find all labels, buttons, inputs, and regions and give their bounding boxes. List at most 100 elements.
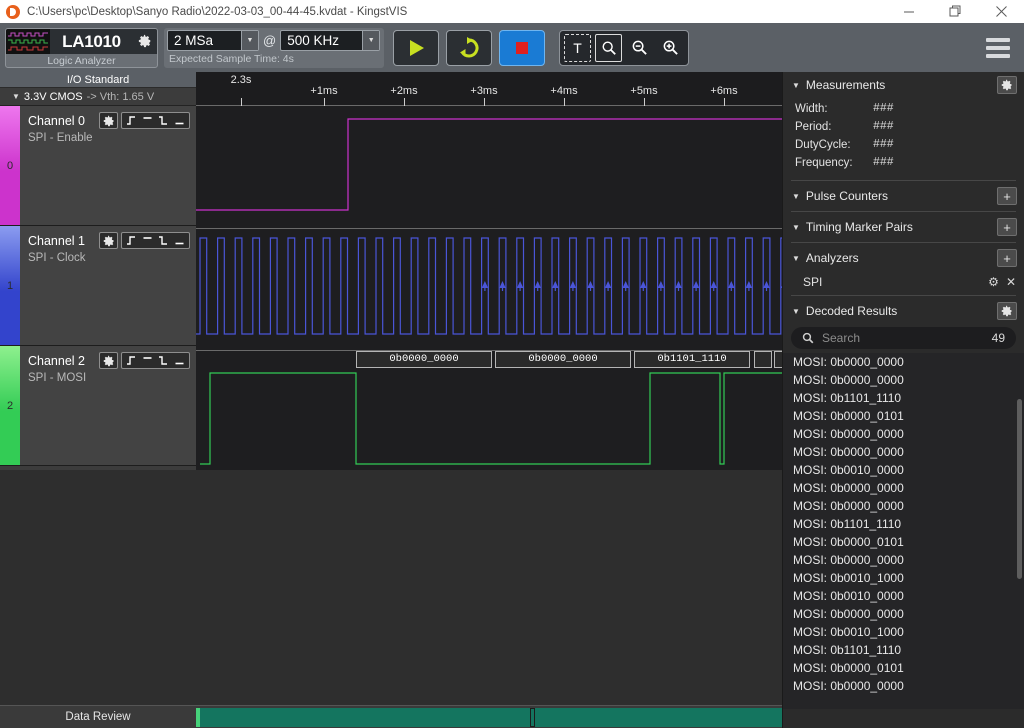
measurement-key: Period: <box>795 118 873 136</box>
results-scrollbar[interactable] <box>1017 399 1022 579</box>
measurements-section-header[interactable]: ▼ Measurements <box>783 72 1024 98</box>
divider <box>791 211 1016 212</box>
lane-channel-2[interactable]: 0b0000_00000b0000_00000b1101_1110 <box>196 351 782 472</box>
lane-channel-1[interactable] <box>196 229 782 350</box>
trigger-low-level-icon[interactable] <box>172 233 187 248</box>
decoded-result-item[interactable]: MOSI: 0b0000_0101 <box>783 407 1024 425</box>
decoded-results-section-header[interactable]: ▼ Decoded Results <box>783 298 1024 324</box>
trigger-falling-edge-icon[interactable] <box>156 233 171 248</box>
pulse-counters-section-header[interactable]: ▼ Pulse Counters + <box>783 183 1024 209</box>
decoded-search-box[interactable]: Search 49 <box>791 327 1016 349</box>
measurements-gear-icon[interactable] <box>997 76 1017 94</box>
wave-trace <box>196 107 782 228</box>
decoded-result-item[interactable]: MOSI: 0b0000_0101 <box>783 659 1024 677</box>
hamburger-menu-icon[interactable] <box>982 33 1014 63</box>
app-root: C:\Users\pc\Desktop\Sanyo Radio\2022-03-… <box>0 0 1024 728</box>
analyzer-remove-icon[interactable]: ✕ <box>1006 275 1016 289</box>
decoded-byte-label[interactable]: 0b0000_0000 <box>356 351 492 368</box>
decoded-result-item[interactable]: MOSI: 0b1101_1110 <box>783 389 1024 407</box>
decoded-result-item[interactable]: MOSI: 0b0000_0000 <box>783 353 1024 371</box>
caret-down-icon: ▼ <box>792 307 800 316</box>
decoded-byte-label[interactable] <box>754 351 772 368</box>
zoom-in-button[interactable] <box>657 34 684 62</box>
chevron-down-icon[interactable]: ▼ <box>362 31 379 50</box>
channel-header-1[interactable]: 1Channel 1SPI - Clock <box>0 226 196 346</box>
timing-markers-section-header[interactable]: ▼ Timing Marker Pairs + <box>783 214 1024 240</box>
trigger-low-level-icon[interactable] <box>172 113 187 128</box>
timeline-overview[interactable] <box>196 708 782 727</box>
lane-channel-0[interactable] <box>196 107 782 228</box>
trigger-rising-edge-icon[interactable] <box>124 233 139 248</box>
add-analyzer-button[interactable]: + <box>997 249 1017 267</box>
add-timing-marker-button[interactable]: + <box>997 218 1017 236</box>
text-tool-button[interactable]: T <box>564 34 591 62</box>
decoded-results-list[interactable]: MOSI: 0b0000_0000MOSI: 0b0000_0000MOSI: … <box>783 353 1024 709</box>
minimize-button[interactable] <box>886 0 932 23</box>
decoded-byte-label[interactable]: 0b1101_1110 <box>634 351 750 368</box>
decoded-result-item[interactable]: MOSI: 0b0000_0000 <box>783 497 1024 515</box>
decoded-byte-label[interactable]: 0b0000_0000 <box>495 351 631 368</box>
decoded-result-item[interactable]: MOSI: 0b0000_0000 <box>783 479 1024 497</box>
channel-list: 0Channel 0SPI - Enable1Channel 1SPI - Cl… <box>0 106 196 466</box>
decoded-result-item[interactable]: MOSI: 0b0000_0000 <box>783 443 1024 461</box>
decoded-result-item[interactable]: MOSI: 0b0010_0000 <box>783 587 1024 605</box>
decoded-result-item[interactable]: MOSI: 0b0010_1000 <box>783 569 1024 587</box>
decoded-result-item[interactable]: MOSI: 0b0000_0101 <box>783 533 1024 551</box>
analyzers-section-header[interactable]: ▼ Analyzers + <box>783 245 1024 271</box>
add-pulse-counter-button[interactable]: + <box>997 187 1017 205</box>
ruler-tick-mark <box>564 98 565 106</box>
close-button[interactable] <box>978 0 1024 23</box>
trigger-mode-group <box>121 232 190 249</box>
channel-settings-gear-icon[interactable] <box>99 112 118 129</box>
trigger-low-level-icon[interactable] <box>172 353 187 368</box>
device-selector[interactable]: LA1010 Logic Analyzer <box>5 28 158 68</box>
zoom-out-button[interactable] <box>626 34 653 62</box>
time-ruler[interactable]: 2.3s+1ms+2ms+3ms+4ms+5ms+6ms <box>196 72 782 106</box>
waveform-viewport[interactable]: 2.3s+1ms+2ms+3ms+4ms+5ms+6ms 0b0000_0000… <box>196 72 782 470</box>
stop-button[interactable] <box>499 30 545 66</box>
trigger-rising-edge-icon[interactable] <box>124 113 139 128</box>
measurements-title: Measurements <box>806 78 885 92</box>
channel-settings-gear-icon[interactable] <box>99 232 118 249</box>
ruler-tick-mark <box>324 98 325 106</box>
measurement-row: Frequency:### <box>795 154 1024 172</box>
trigger-high-level-icon[interactable] <box>140 233 155 248</box>
trigger-mode-group <box>121 112 190 129</box>
trigger-falling-edge-icon[interactable] <box>156 113 171 128</box>
trigger-falling-edge-icon[interactable] <box>156 353 171 368</box>
decoded-result-item[interactable]: MOSI: 0b0000_0000 <box>783 605 1024 623</box>
decoded-result-item[interactable]: MOSI: 0b1101_1110 <box>783 515 1024 533</box>
trigger-high-level-icon[interactable] <box>140 113 155 128</box>
channel-settings-gear-icon[interactable] <box>99 352 118 369</box>
channel-name: Channel 2 <box>28 354 85 368</box>
decoded-result-item[interactable]: MOSI: 0b0010_1000 <box>783 623 1024 641</box>
decoded-result-item[interactable]: MOSI: 0b0000_0000 <box>783 425 1024 443</box>
channel-header-2[interactable]: 2Channel 2SPI - MOSI <box>0 346 196 466</box>
timeline-cursor-marker[interactable] <box>530 708 535 727</box>
channel-header-0[interactable]: 0Channel 0SPI - Enable <box>0 106 196 226</box>
decoded-result-item[interactable]: MOSI: 0b0000_0000 <box>783 371 1024 389</box>
search-icon <box>802 332 814 344</box>
zoom-fit-button[interactable] <box>595 34 622 62</box>
trigger-rising-edge-icon[interactable] <box>124 353 139 368</box>
analyzer-item-spi[interactable]: SPI ⚙ ✕ <box>783 271 1024 293</box>
decoded-result-item[interactable]: MOSI: 0b1101_1110 <box>783 641 1024 659</box>
decoded-results-gear-icon[interactable] <box>997 302 1017 320</box>
chevron-down-icon[interactable]: ▼ <box>241 31 258 50</box>
divider <box>791 180 1016 181</box>
run-button[interactable] <box>393 30 439 66</box>
trigger-high-level-icon[interactable] <box>140 353 155 368</box>
analyzer-settings-gear-icon[interactable]: ⚙ <box>988 275 999 289</box>
device-settings-gear-icon[interactable] <box>133 29 157 54</box>
loop-button[interactable] <box>446 30 492 66</box>
ruler-tick-label: +2ms <box>390 85 417 97</box>
decoded-result-item[interactable]: MOSI: 0b0010_0000 <box>783 461 1024 479</box>
ruler-tick-mark <box>484 98 485 106</box>
decoded-result-item[interactable]: MOSI: 0b0000_0000 <box>783 551 1024 569</box>
threshold-row[interactable]: ▼ 3.3V CMOS -> Vth: 1.65 V <box>0 88 196 106</box>
ruler-tick-mark <box>724 98 725 106</box>
sample-depth-dropdown[interactable]: 2 MSa ▼ <box>167 30 259 51</box>
maximize-button[interactable] <box>932 0 978 23</box>
sample-rate-dropdown[interactable]: 500 KHz ▼ <box>280 30 380 51</box>
decoded-result-item[interactable]: MOSI: 0b0000_0000 <box>783 677 1024 695</box>
